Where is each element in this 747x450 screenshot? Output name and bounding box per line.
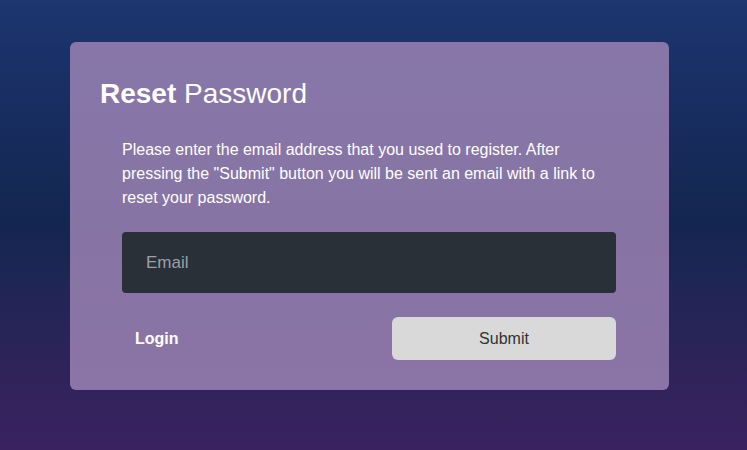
login-link[interactable]: Login [122, 327, 179, 351]
title-bold: Reset [100, 78, 176, 109]
email-input[interactable] [122, 232, 616, 293]
title-light: Password [184, 78, 307, 109]
form-actions: Login Submit [122, 317, 616, 360]
description-text: Please enter the email address that you … [122, 138, 597, 210]
card-title: Reset Password [70, 76, 669, 112]
reset-password-card: Reset Password Please enter the email add… [70, 42, 669, 390]
reset-password-page: Reset Password Please enter the email add… [0, 0, 747, 450]
submit-button[interactable]: Submit [392, 317, 616, 360]
